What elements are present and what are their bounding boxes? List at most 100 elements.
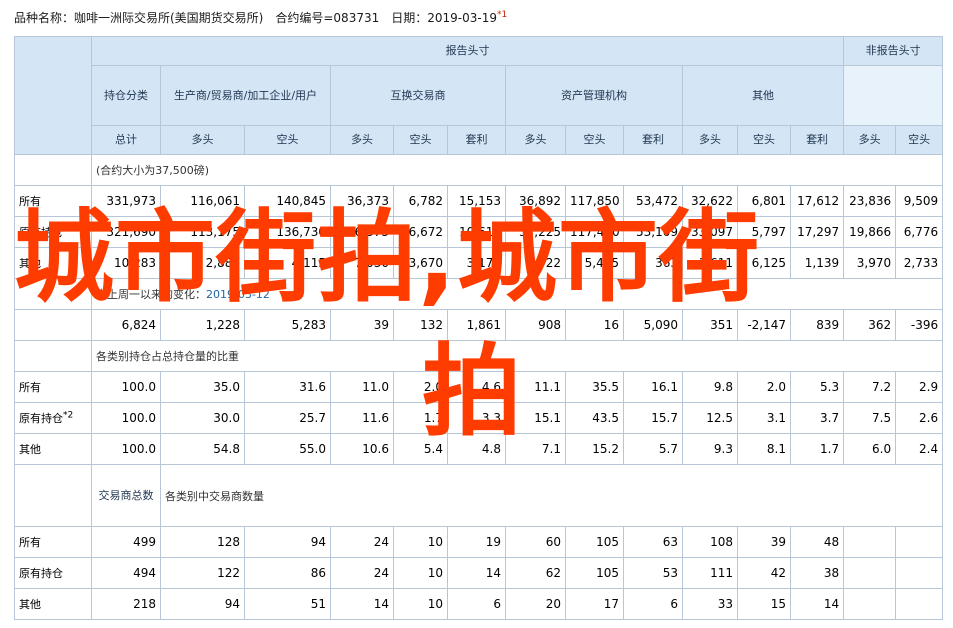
cell-prod-long: 122 xyxy=(160,557,245,589)
cell-prod-short: 51 xyxy=(244,588,331,620)
cell-prod-short: 86 xyxy=(244,557,331,589)
contract-size-note: (合约大小为37,500磅) xyxy=(90,154,944,186)
nr-short-header: 空头 xyxy=(895,125,944,155)
cell-nr-short: 2.4 xyxy=(895,433,944,465)
cell-oth-long: 111 xyxy=(682,557,738,589)
cell-oth-long: 9.3 xyxy=(682,433,738,465)
report-header: 品种名称：咖啡一洲际交易所(美国期货交易所) 合约编号=083731 日期：20… xyxy=(14,9,507,26)
cell-oth-spread: 5.3 xyxy=(789,371,845,403)
swap-spread-header: 套利 xyxy=(447,125,506,155)
row-label-text: 其他 xyxy=(19,598,41,611)
cell-oth-short: 3.1 xyxy=(737,402,791,434)
subheader-row: 总计 多头 空头 多头 空头 套利 多头 空头 套利 多头 空头 套利 多头 空… xyxy=(15,125,944,155)
cell-swap-short: 10 xyxy=(393,588,448,620)
cell-nr-long: 19,866 xyxy=(843,216,897,248)
cell-total: 100.0 xyxy=(91,371,161,403)
cot-table: 报告头寸 非报告头寸 持仓分类 生产商/贸易商/加工企业/用户 互换交易商 资产… xyxy=(14,36,944,620)
row-label: 其他 xyxy=(14,588,92,620)
producer-header: 生产商/贸易商/加工企业/用户 xyxy=(160,65,331,126)
mm-spread-header: 套利 xyxy=(623,125,683,155)
cell-total: 494 xyxy=(91,557,161,589)
change-oth-spread: 839 xyxy=(789,309,845,341)
contract-blank xyxy=(14,154,92,186)
row-label-text: 所有 xyxy=(19,536,41,549)
row-label: 原有持仓*2 xyxy=(14,402,92,434)
row-label: 所有 xyxy=(14,371,92,403)
cell-oth-spread: 17,612 xyxy=(789,185,845,217)
cell-mm-long: 60 xyxy=(505,526,566,558)
prod-short-header: 空头 xyxy=(244,125,331,155)
report-header-text: 品种名称：咖啡一洲际交易所(美国期货交易所) 合约编号=083731 日期：20… xyxy=(14,11,497,25)
cell-nr-short xyxy=(895,557,944,589)
watermark-line-1: 城市街拍,城市街 xyxy=(14,199,760,316)
managed-money-header: 资产管理机构 xyxy=(505,65,683,126)
cell-swap-long: 11.6 xyxy=(330,402,394,434)
row-note-mark: *2 xyxy=(63,410,74,421)
row-label: 其他 xyxy=(14,433,92,465)
cell-prod-short: 31.6 xyxy=(244,371,331,403)
cell-swap-long: 24 xyxy=(330,557,394,589)
cell-oth-short: 42 xyxy=(737,557,791,589)
nonreportable-header: 非报告头寸 xyxy=(843,36,944,66)
mm-long-header: 多头 xyxy=(505,125,566,155)
cell-swap-long: 10.6 xyxy=(330,433,394,465)
cell-nr-short: 2.9 xyxy=(895,371,944,403)
category-header-row: 持仓分类 生产商/贸易商/加工企业/用户 互换交易商 资产管理机构 其他 xyxy=(15,65,944,126)
holding-class-header: 持仓分类 xyxy=(91,65,161,126)
cell-total: 100.0 xyxy=(91,433,161,465)
cell-nr-short xyxy=(895,526,944,558)
cell-swap-spread: 19 xyxy=(447,526,506,558)
cell-swap-spread: 6 xyxy=(447,588,506,620)
mm-short-header: 空头 xyxy=(565,125,624,155)
row-label-text: 原有持仓 xyxy=(19,567,63,580)
header-note-mark: *1 xyxy=(496,10,508,20)
cell-oth-short: 15 xyxy=(737,588,791,620)
cell-mm-spread: 15.7 xyxy=(623,402,683,434)
nr-long-header: 多头 xyxy=(843,125,897,155)
cell-nr-long xyxy=(843,588,897,620)
cell-prod-long: 30.0 xyxy=(160,402,245,434)
cell-nr-long: 3,970 xyxy=(843,247,897,279)
row-label-text: 所有 xyxy=(19,381,41,394)
cell-nr-short: 9,509 xyxy=(895,185,944,217)
cell-oth-spread: 14 xyxy=(789,588,845,620)
cell-oth-short: 39 xyxy=(737,526,791,558)
reportable-header: 报告头寸 xyxy=(90,36,845,66)
cell-oth-short: 8.1 xyxy=(737,433,791,465)
cell-mm-spread: 16.1 xyxy=(623,371,683,403)
cell-oth-long: 9.8 xyxy=(682,371,738,403)
cell-oth-spread: 17,297 xyxy=(789,216,845,248)
pct-blank xyxy=(14,340,92,372)
cell-mm-short: 15.2 xyxy=(565,433,624,465)
row-label-text: 原有持仓 xyxy=(19,412,63,425)
trader-blank xyxy=(14,464,92,527)
cell-nr-long: 6.0 xyxy=(843,433,897,465)
cell-nr-short: 6,776 xyxy=(895,216,944,248)
cell-nr-long: 7.5 xyxy=(843,402,897,434)
cell-nr-long: 23,836 xyxy=(843,185,897,217)
cell-prod-short: 25.7 xyxy=(244,402,331,434)
change-nr-short: -396 xyxy=(895,309,944,341)
prod-long-header: 多头 xyxy=(160,125,245,155)
row-label: 所有 xyxy=(14,526,92,558)
cell-oth-long: 33 xyxy=(682,588,738,620)
cell-mm-short: 105 xyxy=(565,557,624,589)
trader-count-row: 所有 499 128 94 24 10 19 60 105 63 108 39 48 xyxy=(14,526,944,558)
group-header-row: 报告头寸 非报告头寸 xyxy=(14,36,944,155)
cell-oth-spread: 3.7 xyxy=(789,402,845,434)
trader-count-row: 其他 218 94 51 14 10 6 20 17 6 33 15 14 xyxy=(14,588,944,620)
row-label-text: 其他 xyxy=(19,443,41,456)
cell-swap-long: 14 xyxy=(330,588,394,620)
cell-oth-long: 108 xyxy=(682,526,738,558)
cell-mm-short: 35.5 xyxy=(565,371,624,403)
cell-mm-short: 43.5 xyxy=(565,402,624,434)
row-label: 原有持仓 xyxy=(14,557,92,589)
cell-mm-short: 105 xyxy=(565,526,624,558)
cell-mm-short: 17 xyxy=(565,588,624,620)
note-row: (合约大小为37,500磅) xyxy=(14,154,944,186)
cell-nr-short: 2,733 xyxy=(895,247,944,279)
oth-spread-header: 套利 xyxy=(789,125,845,155)
cell-nr-short: 2.6 xyxy=(895,402,944,434)
cell-nr-short xyxy=(895,588,944,620)
cell-swap-spread: 14 xyxy=(447,557,506,589)
